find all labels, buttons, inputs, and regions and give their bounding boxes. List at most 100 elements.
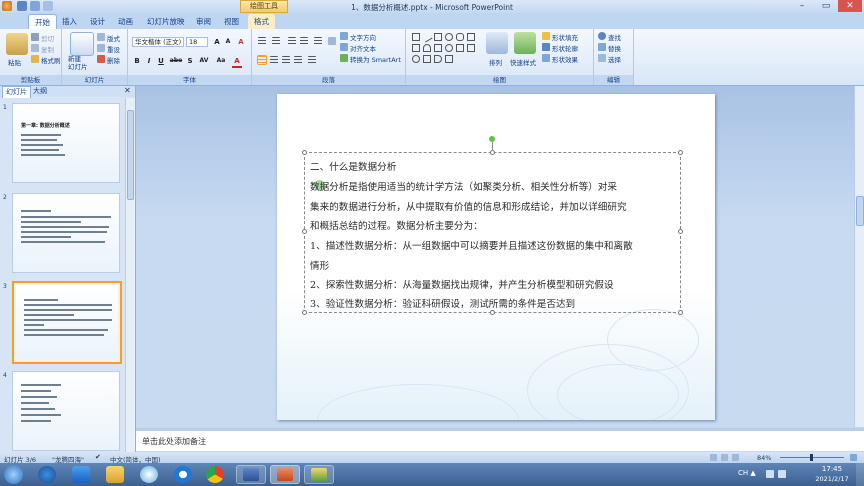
tab-review[interactable]: 审阅 [190, 14, 217, 29]
slide-scrollbar[interactable] [854, 86, 864, 427]
volume-icon[interactable] [778, 470, 786, 478]
close-button[interactable]: ✕ [838, 0, 862, 12]
text-direction-button[interactable]: 文字方向 [350, 32, 376, 42]
arrange-button[interactable]: 排列 [489, 57, 502, 67]
select-button[interactable]: 选择 [608, 54, 621, 64]
decrease-indent-icon[interactable] [288, 37, 296, 45]
network-icon[interactable] [766, 470, 774, 478]
resize-handle[interactable] [302, 150, 307, 155]
tab-outline[interactable]: 大纲 [30, 86, 50, 97]
slide-thumbnail[interactable]: 第一章: 数据分析概述 [12, 103, 120, 183]
browser-icon[interactable] [72, 466, 90, 483]
oval-shape-icon[interactable] [445, 33, 453, 41]
shape-outline-button[interactable]: 形状轮廓 [552, 43, 578, 53]
clear-format-button[interactable]: A [236, 37, 246, 47]
ie-icon[interactable] [174, 466, 192, 483]
underline-button[interactable]: U [156, 56, 166, 66]
arrow-shape-icon[interactable] [467, 33, 475, 41]
font-color-button[interactable]: A [232, 56, 242, 68]
align-right-icon[interactable] [282, 56, 290, 64]
new-slide-icon[interactable] [70, 32, 94, 56]
bullets-icon[interactable] [258, 37, 266, 45]
bold-button[interactable]: B [132, 56, 142, 66]
tab-animation[interactable]: 动画 [112, 14, 139, 29]
line-spacing-icon[interactable] [314, 37, 322, 45]
zoom-level[interactable]: 84% [757, 454, 771, 462]
show-desktop-button[interactable] [856, 463, 864, 486]
tab-design[interactable]: 设计 [84, 14, 111, 29]
font-size-select[interactable]: 18 [186, 37, 208, 47]
quick-styles-icon[interactable] [514, 32, 536, 54]
tab-slides[interactable]: 幻灯片 [2, 86, 31, 98]
slide-thumbnail-selected[interactable] [12, 281, 122, 364]
arrange-icon[interactable] [486, 32, 508, 54]
columns-icon[interactable] [328, 37, 336, 45]
font-name-select[interactable]: 华文楷体 (正文) [132, 37, 184, 47]
format-painter-button[interactable]: 格式刷 [41, 55, 61, 65]
taskbar-powerpoint-button[interactable] [270, 465, 300, 484]
reset-button[interactable]: 重设 [107, 44, 120, 54]
rounded-rect-shape-icon[interactable] [456, 33, 464, 41]
pentagon-shape-icon[interactable] [434, 44, 442, 52]
tab-home[interactable]: 开始 [28, 14, 57, 30]
notes-placeholder[interactable]: 单击此处添加备注 [142, 436, 206, 447]
shape-fill-button[interactable]: 形状填充 [552, 32, 578, 42]
close-pane-icon[interactable]: ✕ [124, 86, 131, 95]
file-explorer-icon[interactable] [106, 466, 124, 483]
rectangle-shape-icon[interactable] [434, 33, 442, 41]
line-shape-icon[interactable] [421, 31, 433, 43]
app-icon[interactable] [38, 466, 56, 483]
shape-effects-button[interactable]: 形状效果 [552, 54, 578, 64]
new-slide-button[interactable]: 新建 幻灯片 [68, 55, 88, 71]
notes-pane[interactable]: 单击此处添加备注 [136, 428, 864, 451]
app-icon[interactable] [140, 466, 158, 483]
find-button[interactable]: 查找 [608, 32, 621, 42]
resize-handle[interactable] [302, 229, 307, 234]
chrome-icon[interactable] [206, 466, 224, 483]
brace-shape-icon[interactable] [423, 55, 431, 63]
paste-icon[interactable] [6, 33, 28, 55]
quick-styles-button[interactable]: 快速样式 [510, 57, 536, 67]
triangle-shape-icon[interactable] [423, 44, 431, 52]
start-button-icon[interactable] [4, 465, 23, 484]
replace-button[interactable]: 替换 [608, 43, 621, 53]
justify-icon[interactable] [294, 56, 302, 64]
textbox-shape-icon[interactable] [412, 33, 420, 41]
normal-view-icon[interactable] [710, 454, 717, 461]
align-left-icon[interactable] [257, 55, 267, 65]
square-shape-icon[interactable] [412, 44, 420, 52]
taskbar-window-button[interactable] [304, 465, 334, 484]
resize-handle[interactable] [490, 310, 495, 315]
strikethrough-button[interactable]: abe [169, 56, 183, 66]
star-shape-icon[interactable] [445, 55, 453, 63]
slide-thumbnail[interactable] [12, 193, 120, 273]
shrink-font-button[interactable]: A [223, 37, 233, 47]
fit-window-icon[interactable] [850, 454, 857, 461]
paste-button[interactable]: 粘贴 [8, 57, 21, 67]
resize-handle[interactable] [678, 310, 683, 315]
thumbnails-scrollbar[interactable] [125, 98, 135, 452]
convert-smartart-button[interactable]: 转换为 SmartArt [350, 54, 401, 64]
delete-button[interactable]: 删除 [107, 55, 120, 65]
italic-button[interactable]: I [144, 56, 154, 66]
char-spacing-button[interactable]: AV [197, 56, 211, 66]
zoom-slider-thumb[interactable] [810, 454, 813, 461]
sorter-view-icon[interactable] [721, 454, 728, 461]
resize-handle[interactable] [302, 310, 307, 315]
increase-indent-icon[interactable] [300, 37, 308, 45]
text-shadow-button[interactable]: S [185, 56, 195, 66]
curve-shape-icon[interactable] [412, 55, 420, 63]
slideshow-view-icon[interactable] [732, 454, 739, 461]
change-case-button[interactable]: Aa [214, 56, 228, 66]
align-center-icon[interactable] [270, 56, 278, 64]
resize-handle[interactable] [678, 229, 683, 234]
tab-format[interactable]: 格式 [248, 14, 275, 29]
circle-shape-icon[interactable] [445, 44, 453, 52]
align-text-button[interactable]: 对齐文本 [350, 43, 376, 53]
cut-button[interactable]: 剪切 [41, 33, 54, 43]
resize-handle[interactable] [678, 150, 683, 155]
grow-font-button[interactable]: A [212, 37, 222, 47]
right-arrow-shape-icon[interactable] [456, 44, 464, 52]
moon-shape-icon[interactable] [434, 55, 442, 63]
minimize-button[interactable]: – [790, 0, 814, 12]
